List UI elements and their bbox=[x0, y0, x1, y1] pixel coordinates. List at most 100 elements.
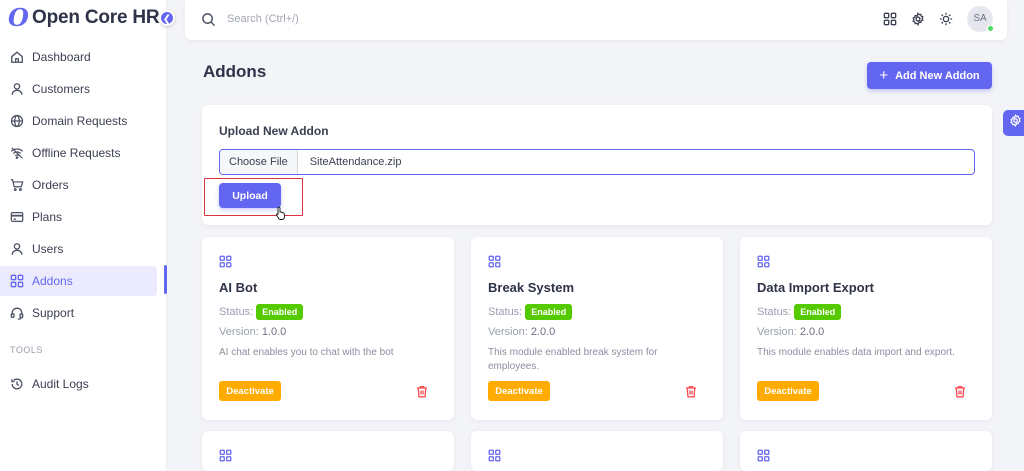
addon-version: Version: 2.0.0 bbox=[757, 326, 824, 338]
addon-description: AI chat enables you to chat with the bot bbox=[219, 347, 394, 358]
history-icon bbox=[10, 377, 24, 391]
version-label: Version: bbox=[488, 326, 528, 338]
avatar-initials: SA bbox=[973, 13, 987, 24]
headset-icon bbox=[10, 306, 24, 320]
grid-icon bbox=[10, 274, 24, 288]
topbar-actions: SA bbox=[883, 6, 994, 32]
sidebar-active-indicator bbox=[164, 265, 167, 294]
addon-status: Status: Enabled bbox=[757, 304, 842, 320]
home-icon bbox=[10, 50, 24, 64]
search-input[interactable] bbox=[227, 9, 527, 29]
status-badge: Enabled bbox=[256, 304, 304, 320]
addon-card-partial bbox=[202, 431, 454, 471]
sidebar-item-orders[interactable]: Orders bbox=[0, 170, 157, 200]
customizer-toggle-button[interactable] bbox=[1003, 110, 1024, 136]
file-input[interactable]: Choose File SiteAttendance.zip bbox=[219, 149, 975, 175]
status-badge: Enabled bbox=[794, 304, 842, 320]
choose-file-button[interactable]: Choose File bbox=[220, 150, 298, 174]
version-label: Version: bbox=[757, 326, 797, 338]
sidebar-item-label: Customers bbox=[32, 82, 91, 96]
avatar[interactable]: SA bbox=[967, 6, 994, 32]
addon-name: AI Bot bbox=[219, 280, 258, 295]
sidebar-item-label: Domain Requests bbox=[32, 114, 128, 128]
upload-card-title: Upload New Addon bbox=[219, 124, 329, 138]
version-label: Version: bbox=[219, 326, 259, 338]
status-label: Status: bbox=[219, 306, 254, 318]
sidebar-section-tools: TOOLS bbox=[10, 345, 43, 355]
sidebar-item-label: Offline Requests bbox=[32, 146, 121, 160]
gear-icon bbox=[1009, 113, 1022, 132]
sidebar-nav: Dashboard Customers Domain Requests Offl… bbox=[0, 42, 167, 330]
topbar: SA bbox=[185, 0, 1007, 40]
page-title: Addons bbox=[203, 62, 267, 81]
brand[interactable]: O Open Core HR bbox=[8, 3, 160, 32]
sidebar-item-label: Support bbox=[32, 306, 75, 320]
sidebar-item-customers[interactable]: Customers bbox=[0, 74, 157, 104]
grid-icon bbox=[488, 255, 501, 268]
addon-card-partial bbox=[740, 431, 992, 471]
addon-version: Version: 1.0.0 bbox=[219, 326, 286, 338]
card-icon bbox=[10, 210, 24, 224]
version-value: 2.0.0 bbox=[799, 326, 825, 338]
addon-card-data-import-export: Data Import Export Status: Enabled Versi… bbox=[740, 237, 992, 420]
shortcuts-grid-icon[interactable] bbox=[883, 12, 897, 26]
addon-card-ai-bot: AI Bot Status: Enabled Version: 1.0.0 AI… bbox=[202, 237, 454, 420]
online-status-dot bbox=[987, 25, 994, 32]
plus-icon: + bbox=[879, 66, 889, 84]
grid-icon bbox=[219, 449, 232, 462]
user-icon bbox=[10, 82, 24, 96]
grid-icon bbox=[488, 449, 501, 462]
sidebar: O Open Core HR Dashboard Customers Domai… bbox=[0, 0, 167, 471]
grid-icon bbox=[757, 449, 770, 462]
addon-version: Version: 2.0.0 bbox=[488, 326, 555, 338]
status-badge: Enabled bbox=[525, 304, 573, 320]
deactivate-button[interactable]: Deactivate bbox=[488, 381, 550, 401]
search-icon[interactable] bbox=[201, 12, 216, 27]
sidebar-collapse-button[interactable]: ❮ bbox=[159, 10, 175, 26]
addon-card-partial bbox=[471, 431, 723, 471]
selected-file-name: SiteAttendance.zip bbox=[309, 156, 402, 168]
add-new-addon-label: Add New Addon bbox=[895, 69, 980, 82]
addon-description: This module enables data import and expo… bbox=[757, 347, 955, 358]
addon-status: Status: Enabled bbox=[219, 304, 304, 320]
hand-cursor-icon bbox=[275, 206, 287, 220]
user-icon bbox=[10, 242, 24, 256]
app: O Open Core HR Dashboard Customers Domai… bbox=[0, 0, 1024, 471]
deactivate-button[interactable]: Deactivate bbox=[757, 381, 819, 401]
status-label: Status: bbox=[757, 306, 792, 318]
trash-icon[interactable] bbox=[685, 385, 697, 398]
addon-name: Data Import Export bbox=[757, 280, 875, 295]
brand-name: Open Core HR bbox=[32, 7, 160, 28]
addon-status: Status: Enabled bbox=[488, 304, 573, 320]
sidebar-item-support[interactable]: Support bbox=[0, 298, 157, 328]
upload-button[interactable]: Upload bbox=[219, 183, 281, 208]
brand-logo: O bbox=[8, 3, 29, 32]
sidebar-item-label: Users bbox=[32, 242, 64, 256]
sidebar-tools: Audit Logs bbox=[0, 369, 167, 401]
sidebar-item-offline-requests[interactable]: Offline Requests bbox=[0, 138, 157, 168]
version-value: 2.0.0 bbox=[530, 326, 556, 338]
sidebar-item-addons[interactable]: Addons bbox=[0, 266, 157, 296]
trash-icon[interactable] bbox=[954, 385, 966, 398]
sidebar-item-label: Audit Logs bbox=[32, 377, 89, 391]
cart-icon bbox=[10, 178, 24, 192]
sidebar-item-audit-logs[interactable]: Audit Logs bbox=[0, 369, 157, 399]
sun-icon[interactable] bbox=[939, 12, 953, 26]
gear-icon[interactable] bbox=[911, 12, 925, 26]
sidebar-item-users[interactable]: Users bbox=[0, 234, 157, 264]
status-label: Status: bbox=[488, 306, 523, 318]
add-new-addon-button[interactable]: + Add New Addon bbox=[867, 62, 992, 89]
sidebar-item-dashboard[interactable]: Dashboard bbox=[0, 42, 157, 72]
sidebar-item-domain-requests[interactable]: Domain Requests bbox=[0, 106, 157, 136]
deactivate-button[interactable]: Deactivate bbox=[219, 381, 281, 401]
upload-addon-card: Upload New Addon Choose File SiteAttenda… bbox=[202, 105, 992, 225]
sidebar-item-label: Orders bbox=[32, 178, 69, 192]
sidebar-item-plans[interactable]: Plans bbox=[0, 202, 157, 232]
chevron-left-icon: ❮ bbox=[162, 14, 172, 25]
addon-name: Break System bbox=[488, 280, 574, 295]
sidebar-item-label: Plans bbox=[32, 210, 63, 224]
grid-icon bbox=[219, 255, 232, 268]
addon-card-break-system: Break System Status: Enabled Version: 2.… bbox=[471, 237, 723, 420]
trash-icon[interactable] bbox=[416, 385, 428, 398]
grid-icon bbox=[757, 255, 770, 268]
